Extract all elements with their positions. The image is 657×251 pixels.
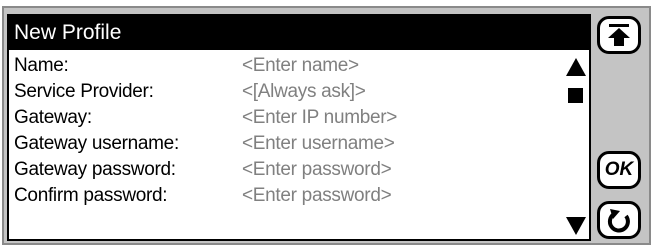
ok-button[interactable]: OK xyxy=(597,151,641,189)
scroll-down-arrow-icon[interactable] xyxy=(566,217,586,235)
gateway-field[interactable]: <Enter IP number> xyxy=(242,106,397,130)
gateway-username-field[interactable]: <Enter username> xyxy=(242,132,395,156)
profile-form: Name: <Enter name> Service Provider: <[A… xyxy=(9,54,554,239)
form-row-confirm-password: Confirm password: <Enter password> xyxy=(9,184,554,210)
confirm-password-field[interactable]: <Enter password> xyxy=(242,184,392,208)
gateway-username-label: Gateway username: xyxy=(14,133,179,154)
gateway-label: Gateway: xyxy=(14,107,92,128)
form-row-service-provider: Service Provider: <[Always ask]> xyxy=(9,80,554,106)
scroll-to-top-button[interactable] xyxy=(597,16,641,54)
scroll-thumb[interactable] xyxy=(568,88,583,103)
form-row-name: Name: <Enter name> xyxy=(9,54,554,80)
scroll-to-top-icon xyxy=(608,24,630,46)
dialog-title: New Profile xyxy=(14,21,122,44)
name-field[interactable]: <Enter name> xyxy=(242,54,359,78)
confirm-password-label: Confirm password: xyxy=(14,185,168,206)
title-bar: New Profile xyxy=(9,16,589,50)
gateway-password-label: Gateway password: xyxy=(14,159,176,180)
new-profile-dialog: New Profile Name: <Enter name> Service P… xyxy=(7,14,591,241)
scroll-up-arrow-icon[interactable] xyxy=(566,58,586,76)
service-provider-field[interactable]: <[Always ask]> xyxy=(242,80,366,104)
ok-label: OK xyxy=(604,159,634,180)
gateway-password-field[interactable]: <Enter password> xyxy=(242,158,392,182)
back-arrow-icon xyxy=(607,209,630,233)
back-button[interactable] xyxy=(597,201,641,239)
name-label: Name: xyxy=(14,55,69,76)
vertical-scrollbar[interactable] xyxy=(563,54,587,239)
service-provider-label: Service Provider: xyxy=(14,81,154,102)
form-row-gateway-username: Gateway username: <Enter username> xyxy=(9,132,554,158)
form-row-gateway: Gateway: <Enter IP number> xyxy=(9,106,554,132)
form-row-gateway-password: Gateway password: <Enter password> xyxy=(9,158,554,184)
